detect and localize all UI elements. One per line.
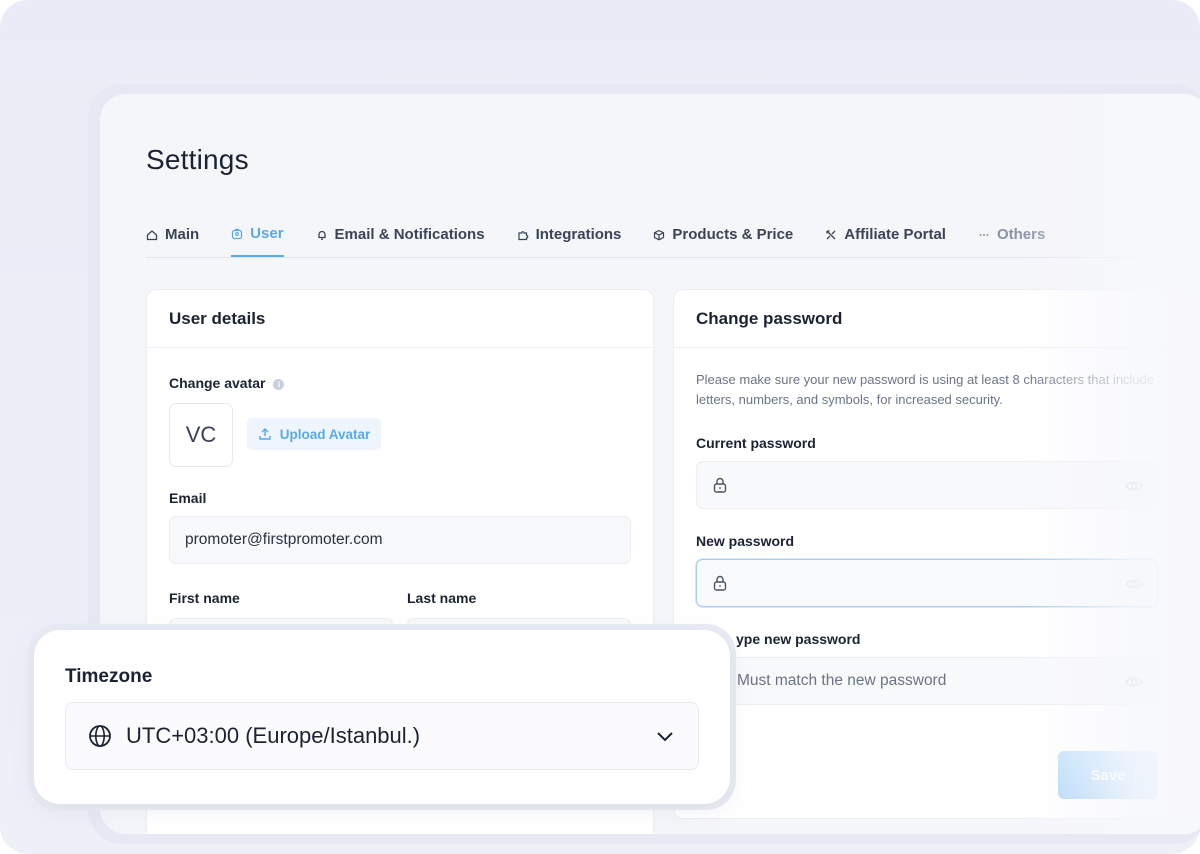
puzzle-icon [517,230,528,240]
tab-label: Integrations [535,226,622,243]
upload-avatar-button[interactable]: Upload Avatar [247,418,381,450]
email-input[interactable]: promoter@firstpromoter.com [169,516,631,564]
current-password-input[interactable] [696,461,1158,509]
tab-integrations[interactable]: Integrations [517,212,622,257]
retype-password-placeholder: Must match the new password [737,672,947,689]
globe-icon [89,725,111,747]
tab-label: Affiliate Portal [844,226,946,243]
tab-affiliate-portal[interactable]: Affiliate Portal [825,212,946,257]
lock-icon [713,477,727,493]
email-value: promoter@firstpromoter.com [185,531,383,548]
tab-label: Main [165,226,200,243]
tab-products-price[interactable]: Products & Price [653,212,793,257]
user-badge-icon [232,228,243,239]
change-avatar-heading: Change avatar i [169,375,285,391]
upload-avatar-label: Upload Avatar [279,426,371,442]
eye-icon[interactable] [1125,674,1143,690]
eye-icon[interactable] [1125,576,1143,592]
tab-label: Others [996,226,1046,243]
change-avatar-label: Change avatar [169,375,266,391]
upload-icon [259,428,271,440]
save-button[interactable]: Save [1058,751,1158,799]
tab-label: Email & Notifications [334,226,485,243]
current-password-label: Current password [696,435,816,451]
info-icon[interactable]: i [273,379,285,390]
chevron-down-icon[interactable] [656,729,674,743]
bell-icon [317,230,326,240]
eye-icon[interactable] [1125,478,1143,494]
change-password-title: Change password [674,290,1200,348]
last-name-label: Last name [407,590,477,606]
tab-label: Products & Price [672,226,794,243]
timezone-select[interactable]: UTC+03:00 (Europe/Istanbul.) [65,702,699,770]
tab-bar: Main User Email & Notifications Integrat… [146,212,1200,258]
timezone-value: UTC+03:00 (Europe/Istanbul.) [126,723,421,748]
lock-icon [713,575,727,591]
tab-others[interactable]: Others [978,212,1045,257]
page-title: Settings [146,144,249,175]
retype-password-input[interactable]: Must match the new password [696,657,1158,705]
timezone-card: Timezone UTC+03:00 (Europe/Istanbul.) [34,630,730,804]
box-icon [654,229,665,240]
dots-icon [979,233,989,236]
email-label: Email [169,490,207,506]
avatar: VC [169,403,233,467]
affiliate-icon [826,229,836,239]
password-hint: Please make sure your new password is us… [696,372,1155,407]
home-icon [146,229,158,240]
change-password-panel: Change password Please make sure your ne… [673,289,1200,819]
tab-user[interactable]: User [231,212,284,257]
retype-password-label: ype new password [736,631,861,647]
tab-main[interactable]: Main [146,212,199,257]
new-password-label: New password [696,533,795,549]
first-name-label: First name [169,590,240,606]
timezone-label: Timezone [65,666,153,687]
user-details-title: User details [147,290,653,348]
tab-email-notifications[interactable]: Email & Notifications [316,212,485,257]
new-password-input[interactable] [696,559,1158,607]
tab-label: User [250,225,284,242]
